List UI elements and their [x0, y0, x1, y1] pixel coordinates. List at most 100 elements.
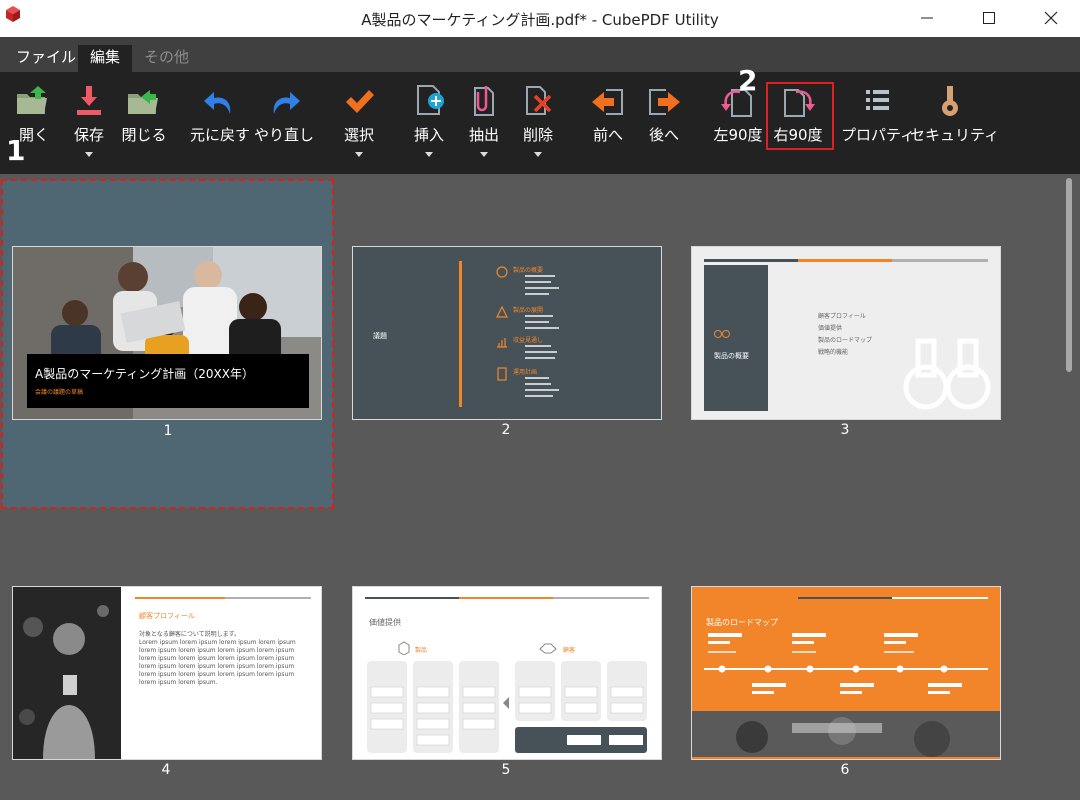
page-cell-3[interactable]: 製品の概要 顧客プロフィール 価値提供 製品のロードマップ 戦略的機能 3 — [691, 246, 1001, 446]
tab-file[interactable]: ファイル — [4, 45, 88, 72]
vertical-scrollbar[interactable] — [1062, 178, 1076, 378]
binoculars-icon — [714, 330, 730, 338]
security-label: セキュリティ — [910, 126, 1000, 144]
page-thumbnail-4[interactable]: 顧客プロフィール 対象となる顧客について説明します。 Lorem ipsum l… — [12, 586, 322, 760]
box-icon — [398, 641, 410, 655]
page4-heading: 顧客プロフィール — [139, 612, 195, 620]
page4-bullet-2: Lorem ipsum lorem ipsum lorem ipsum lore… — [139, 639, 296, 686]
page5-group-a: 製品 — [415, 647, 428, 654]
woman-with-phone-photo — [13, 587, 121, 759]
paperclip-page-icon — [474, 86, 494, 116]
select-button[interactable]: 選択 — [340, 72, 378, 172]
page-thumbnail-5[interactable]: 価値提供 製品 顧客 — [352, 586, 662, 760]
close-icon — [1044, 11, 1058, 25]
top-bar-dark — [365, 597, 459, 599]
top-bar-gray — [553, 597, 649, 599]
document-icon — [497, 367, 507, 381]
delete-page-icon — [526, 86, 552, 115]
delete-button[interactable]: 削除 — [520, 72, 556, 172]
page-thumbnail-6[interactable]: 製品のロードマップ — [691, 586, 1001, 760]
top-bar-orange — [798, 259, 892, 262]
page5-heading: 価値提供 — [369, 618, 401, 627]
save-dropdown-caret[interactable] — [85, 152, 93, 157]
handshake-icon — [539, 643, 557, 654]
page3-bullet-4: 戦略的機能 — [818, 349, 849, 356]
page1-subtitle: 会議の議題の草稿 — [35, 389, 84, 396]
page3-left-label: 製品の概要 — [714, 352, 749, 360]
delete-label: 削除 — [522, 126, 553, 144]
extract-button[interactable]: 抽出 — [466, 72, 502, 172]
list-properties-icon — [866, 90, 889, 110]
page-number-4: 4 — [161, 762, 171, 778]
maximize-button[interactable] — [966, 0, 1012, 36]
page-number-3: 3 — [840, 422, 850, 438]
toolbar-ribbon: 開く 保存 閉じる 元に戻す やり直し 選択 挿入 抽出 削除 前へ 後へ 左9… — [0, 72, 1080, 174]
save-button[interactable]: 保存 — [70, 72, 108, 172]
page-thumbnail-3[interactable]: 製品の概要 顧客プロフィール 価値提供 製品のロードマップ 戦略的機能 — [691, 246, 1001, 420]
redo-button[interactable]: やり直し — [254, 72, 314, 172]
page-cell-4[interactable]: 顧客プロフィール 対象となる顧客について説明します。 Lorem ipsum l… — [12, 586, 322, 786]
title-bar: A製品のマーケティング計画.pdf* - CubePDF Utility — [0, 0, 1080, 37]
page-cell-2[interactable]: 議題 製品の概要 製品の展開 収益見通し 運用計画 2 — [352, 246, 662, 446]
top-bar-orange — [135, 597, 225, 599]
properties-button[interactable]: プロパティ — [841, 72, 915, 172]
page3-bullet-3: 製品のロードマップ — [818, 337, 873, 344]
roadmap-timeline — [692, 633, 1000, 757]
open-folder-icon — [17, 86, 47, 114]
page-thumbnail-2[interactable]: 議題 製品の概要 製品の展開 収益見通し 運用計画 — [352, 246, 662, 420]
page2-left-label: 議題 — [373, 332, 387, 340]
value-columns — [367, 661, 647, 753]
step-marker-2: 2 — [738, 64, 758, 97]
key-icon — [942, 86, 958, 116]
top-bar-orange — [459, 597, 553, 599]
page-cell-5[interactable]: 価値提供 製品 顧客 5 — [352, 586, 662, 786]
insert-button[interactable]: 挿入 — [410, 72, 448, 172]
extract-dropdown-caret[interactable] — [480, 152, 488, 157]
menu-bar: ファイル 編集 その他 — [0, 37, 1080, 72]
select-label: 選択 — [343, 126, 374, 144]
move-next-button[interactable]: 後へ — [644, 72, 684, 172]
select-dropdown-caret[interactable] — [355, 152, 363, 157]
divider-line — [459, 261, 462, 407]
title-band: A製品のマーケティング計画（20XX年） 会議の議題の草稿 — [27, 354, 309, 408]
close-label: 閉じる — [121, 126, 167, 144]
minimize-button[interactable] — [904, 0, 950, 36]
tab-edit[interactable]: 編集 — [78, 45, 133, 72]
move-prev-button[interactable]: 前へ — [588, 72, 628, 172]
close-file-button[interactable]: 閉じる — [121, 72, 167, 172]
security-button[interactable]: セキュリティ — [910, 72, 999, 172]
page1-title: A製品のマーケティング計画（20XX年） — [35, 367, 254, 381]
rotate-right-highlight — [766, 82, 834, 150]
move-right-icon — [649, 89, 680, 115]
page3-bullet-2: 価値提供 — [818, 325, 843, 332]
checkmark-icon — [346, 90, 374, 113]
page4-bullet-1: 対象となる顧客について説明します。 — [139, 631, 241, 638]
save-download-icon — [77, 86, 101, 115]
agenda-icon — [496, 305, 508, 318]
top-bar-dark — [798, 597, 892, 599]
chart-icon — [497, 338, 507, 348]
undo-button[interactable]: 元に戻す — [190, 72, 250, 172]
page-thumbnail-1[interactable]: A製品のマーケティング計画（20XX年） 会議の議題の草稿 — [12, 246, 322, 420]
binoculars-watermark — [903, 338, 991, 410]
page-cell-6[interactable]: 製品のロードマップ 6 — [691, 586, 1001, 786]
scrollbar-thumb[interactable] — [1066, 178, 1072, 372]
minimize-icon — [921, 17, 933, 19]
agenda-subitems — [525, 275, 559, 397]
close-window-button[interactable] — [1028, 0, 1074, 36]
insert-dropdown-caret[interactable] — [425, 152, 433, 157]
top-bar-white — [892, 597, 988, 599]
page-number-6: 6 — [840, 762, 850, 778]
move-left-icon — [592, 89, 623, 115]
page-number-1: 1 — [163, 423, 173, 439]
tab-other[interactable]: その他 — [132, 45, 201, 72]
delete-dropdown-caret[interactable] — [534, 152, 542, 157]
next-label: 後へ — [648, 126, 679, 144]
top-bar-dark — [704, 259, 798, 262]
close-folder-icon — [128, 90, 158, 114]
properties-label: プロパティ — [840, 126, 916, 144]
page-number-5: 5 — [501, 762, 511, 778]
page-cell-1[interactable]: A製品のマーケティング計画（20XX年） 会議の議題の草稿 1 — [1, 179, 334, 509]
page-thumbnail-area[interactable]: A製品のマーケティング計画（20XX年） 会議の議題の草稿 1 議題 製品の概要… — [0, 174, 1060, 800]
side-panel: 製品の概要 — [704, 265, 768, 411]
